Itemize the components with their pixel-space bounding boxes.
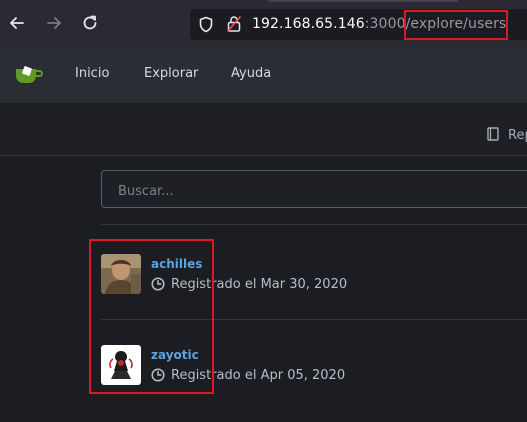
search-box[interactable] (101, 170, 527, 208)
tab-repositories[interactable]: Rep (508, 128, 527, 143)
arrow-right-icon (47, 17, 61, 29)
app-header: Inicio Explorar Ayuda (0, 46, 527, 103)
nav-inicio[interactable]: Inicio (75, 66, 109, 81)
repo-icon (487, 127, 499, 141)
search-input[interactable] (116, 181, 420, 201)
shield-icon (199, 16, 213, 33)
tab-strip-edge (268, 0, 458, 2)
reload-icon (83, 15, 97, 30)
back-button[interactable] (7, 14, 27, 34)
arrow-left-icon (10, 17, 24, 29)
insecure-lock-icon (226, 15, 242, 33)
forward-button[interactable] (44, 14, 64, 34)
reload-button[interactable] (80, 14, 100, 34)
url-host: 192.168.65.146 (252, 16, 365, 32)
nav-ayuda[interactable]: Ayuda (231, 66, 271, 81)
explore-subnav: Rep (0, 103, 527, 156)
browser-toolbar: 192.168.65.146:3000/explore/users (0, 0, 527, 46)
gitea-logo-icon[interactable] (14, 63, 44, 85)
divider (101, 224, 527, 225)
users-annotation (89, 239, 214, 394)
url-port: :3000 (364, 16, 406, 32)
url-path-annotation (404, 10, 508, 40)
nav-explorar[interactable]: Explorar (144, 66, 198, 81)
